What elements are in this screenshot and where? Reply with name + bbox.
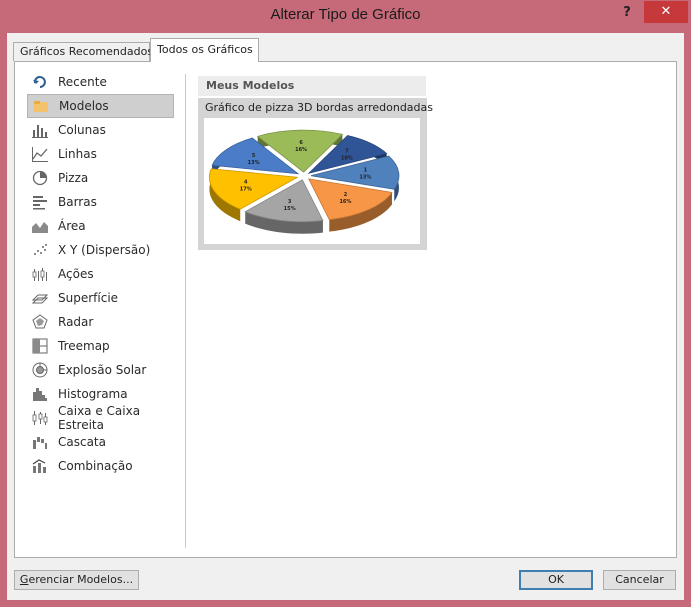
sidebar-item-stock-chart[interactable]: Ações — [27, 262, 174, 286]
sidebar-item-treemap-chart[interactable]: Treemap — [27, 334, 174, 358]
sunburst-chart-icon — [32, 362, 48, 378]
sidebar-item-scatter-chart[interactable]: X Y (Dispersão) — [27, 238, 174, 262]
close-icon: ✕ — [660, 4, 672, 19]
sidebar-item-label: Recente — [58, 75, 107, 89]
pie-slice-percent: 13% — [248, 160, 260, 166]
combo-chart-icon — [32, 458, 48, 474]
sidebar-item-label: Modelos — [59, 99, 109, 113]
title-bar[interactable]: Alterar Tipo de Gráfico ? ✕ — [0, 0, 691, 33]
sidebar-item-label: Barras — [58, 195, 97, 209]
sidebar-item-label: Combinação — [58, 459, 133, 473]
recent-icon — [32, 74, 48, 90]
tab-recommended-charts[interactable]: Gráficos Recomendados — [13, 42, 153, 61]
template-thumbnail[interactable]: Gráfico de pizza 3D bordas arredondadas … — [198, 98, 433, 250]
manage-templates-button[interactable]: Gerenciar Modelos... — [14, 570, 139, 590]
line-chart-icon — [32, 146, 48, 162]
pie-slice-percent: 15% — [284, 206, 296, 212]
pie-slice-label: 1 — [364, 168, 368, 174]
sidebar-item-label: Radar — [58, 315, 94, 329]
radar-chart-icon — [32, 314, 48, 330]
sidebar-item-label: Caixa e Caixa Estreita — [58, 404, 141, 432]
template-preview: 6 16% 7 10% 1 13% 2 16% 3 15% 4 17% 5 13% — [204, 118, 420, 244]
sidebar-item-label: Histograma — [58, 387, 128, 401]
sidebar-item-label: X Y (Dispersão) — [58, 243, 151, 257]
sidebar-item-label: Cascata — [58, 435, 106, 449]
pie-slice-percent: 16% — [295, 147, 307, 153]
scatter-chart-icon — [32, 242, 48, 258]
pie-chart-icon — [32, 170, 48, 186]
pie-slice-label: 6 — [299, 140, 303, 146]
chart-type-list: Recente Modelos Colunas Linhas Pizza Barras Ár… — [27, 70, 175, 478]
sidebar-item-waterfall-chart[interactable]: Cascata — [27, 430, 174, 454]
stock-chart-icon — [32, 266, 48, 282]
sidebar-item-area-chart[interactable]: Área — [27, 214, 174, 238]
surface-chart-icon — [31, 290, 49, 306]
sidebar-item-box-whisker-chart[interactable]: Caixa e Caixa Estreita — [27, 404, 174, 432]
bar-chart-icon — [32, 194, 48, 210]
treemap-chart-icon — [32, 338, 48, 354]
sidebar-item-sunburst-chart[interactable]: Explosão Solar — [27, 358, 174, 382]
pie-slice-percent: 13% — [359, 175, 371, 181]
ok-button[interactable]: OK — [519, 570, 593, 590]
pie-slice-label: 4 — [244, 180, 248, 186]
template-title: Gráfico de pizza 3D bordas arredondadas — [205, 101, 433, 114]
tab-panel-all-charts: Recente Modelos Colunas Linhas Pizza Barras Ár… — [14, 61, 677, 558]
vertical-divider — [185, 74, 186, 548]
pie-slice-label: 2 — [344, 192, 348, 198]
tab-all-charts[interactable]: Todos os Gráficos — [150, 38, 259, 62]
sidebar-item-histogram-chart[interactable]: Histograma — [27, 382, 174, 406]
dialog-title: Alterar Tipo de Gráfico — [270, 6, 421, 23]
sidebar-item-surface-chart[interactable]: Superfície — [27, 286, 174, 310]
sidebar-item-label: Treemap — [58, 339, 110, 353]
box-whisker-chart-icon — [32, 410, 48, 426]
area-chart-icon — [32, 218, 48, 234]
pie-slice-percent: 17% — [240, 187, 252, 193]
pie-3d-preview-image: 616% 710%113%216%315%417%513% — [209, 129, 400, 234]
waterfall-chart-icon — [32, 434, 48, 450]
pie-slice-percent: 16% — [339, 199, 351, 205]
sidebar-item-bar-chart[interactable]: Barras — [27, 190, 174, 214]
sidebar-item-label: Superfície — [58, 291, 119, 305]
folder-icon — [33, 98, 49, 114]
sidebar-item-column-chart[interactable]: Colunas — [27, 118, 174, 142]
sidebar-item-label: Ações — [58, 267, 94, 281]
pie-slice-label: 7 — [345, 149, 349, 155]
histogram-chart-icon — [32, 386, 48, 402]
pie-slice-percent: 10% — [341, 156, 353, 162]
sidebar-item-line-chart[interactable]: Linhas — [27, 142, 174, 166]
sidebar-item-combo-chart[interactable]: Combinação — [27, 454, 174, 478]
sidebar-item-pie-chart[interactable]: Pizza — [27, 166, 174, 190]
sidebar-item-recent[interactable]: Recente — [27, 70, 174, 94]
dialog-window: Alterar Tipo de Gráfico ? ✕ Gráficos Rec… — [0, 0, 691, 607]
close-button[interactable]: ✕ — [644, 1, 688, 23]
pie-slice-label: 3 — [288, 199, 292, 205]
sidebar-item-radar-chart[interactable]: Radar — [27, 310, 174, 334]
sidebar-item-label: Explosão Solar — [58, 363, 147, 377]
sidebar-item-label: Área — [58, 219, 86, 233]
help-button[interactable]: ? — [612, 2, 642, 24]
pie-slice-label: 5 — [252, 153, 256, 159]
cancel-button[interactable]: Cancelar — [603, 570, 676, 590]
sidebar-item-label: Colunas — [58, 123, 106, 137]
sidebar-item-folder[interactable]: Modelos — [27, 94, 174, 118]
column-chart-icon — [32, 122, 48, 138]
sidebar-item-label: Pizza — [58, 171, 89, 185]
section-title-my-templates: Meus Modelos — [198, 76, 426, 96]
sidebar-item-label: Linhas — [58, 147, 97, 161]
dialog-client-area: Gráficos Recomendados Todos os Gráficos … — [7, 33, 684, 600]
